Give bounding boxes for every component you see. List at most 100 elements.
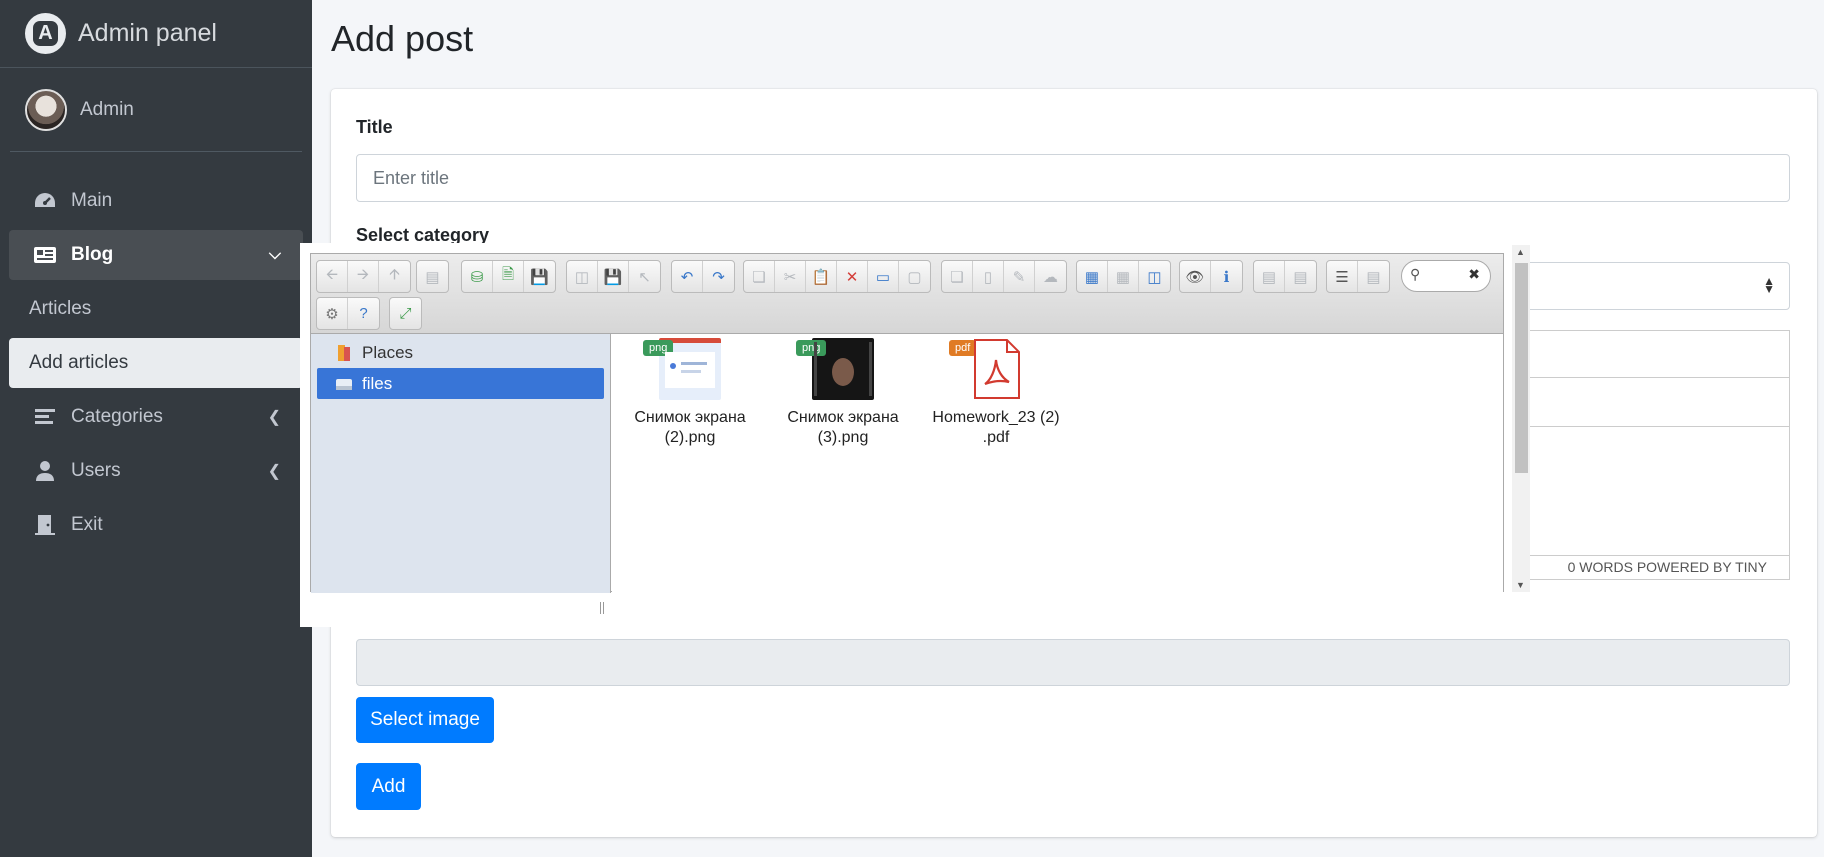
sort-caret-icon: ▲ ▼ [1763,274,1775,296]
scroll-up-icon[interactable]: ▲ [1516,247,1525,257]
info-group: 👁 ℹ [1179,260,1243,293]
select-invert-icon[interactable]: ◫ [1139,261,1170,292]
up-icon[interactable]: 🡩 [379,261,410,292]
sidebar-item-label: Articles [29,298,92,319]
rename-icon[interactable]: ▯ [973,261,1004,292]
preview-eye-icon[interactable]: 👁 [1180,261,1211,292]
sort-icon[interactable]: ▤ [1358,261,1389,292]
tree-item-places[interactable]: Places [317,337,604,368]
sidebar-item-label: Add articles [29,352,129,373]
drive-icon [335,375,353,393]
trash-icon[interactable]: ▭ [868,261,899,292]
undo-icon[interactable]: ↶ [672,261,703,292]
select-none-icon[interactable]: ▦ [1108,261,1139,292]
file-item[interactable]: png Снимок экрана (3).png [768,334,918,448]
fullscreen-group: ⤢ [389,297,422,330]
gear-icon[interactable]: ⚙ [317,298,348,329]
title-placeholder: Enter title [373,167,450,188]
home-icon[interactable]: ▤ [417,261,448,292]
search-icon: ⚲ [1410,266,1421,282]
file-name-line: .pdf [982,429,1010,446]
folder-tree: Places files [311,334,611,614]
create-group: ⛁ 🗎 💾 [461,260,556,293]
delete-icon[interactable]: ✕ [837,261,868,292]
archive-group: ▤ ▤ [1253,260,1317,293]
settings-group: ⚙ ? [316,297,380,330]
tree-item-files[interactable]: files [317,368,604,399]
chevron-down-icon: ⌵ [268,246,281,263]
redo-icon[interactable]: ↷ [703,261,734,292]
newspaper-icon [33,243,57,267]
select-all-icon[interactable]: ▦ [1077,261,1108,292]
file-item[interactable]: png Снимок экрана (2).png [615,334,765,448]
empty-icon[interactable]: ▢ [899,261,930,292]
resize-icon[interactable]: ☁ [1035,261,1066,292]
file-item[interactable]: pdf Homework_23 (2) .pdf [921,334,1071,448]
edit-icon[interactable]: ✎ [1004,261,1035,292]
history-group: ↶ ↷ [671,260,735,293]
title-input[interactable]: Enter title [356,154,1790,202]
sidebar-item-main[interactable]: Main [9,176,303,226]
brand-link[interactable]: A Admin panel [0,0,312,68]
list-view-icon[interactable]: ☰ [1327,261,1358,292]
select-image-button[interactable]: Select image [356,697,494,743]
sidebar: A Admin panel Admin Main Blog ⌵ Articles… [0,0,312,857]
help-icon[interactable]: ? [348,298,379,329]
places-icon [335,344,353,362]
sidebar-item-exit[interactable]: Exit [9,500,303,550]
brand-logo: A [25,13,66,54]
clear-search-icon[interactable]: ✖ [1468,266,1480,283]
scroll-down-icon[interactable]: ▼ [1516,580,1525,590]
sidebar-item-users[interactable]: Users ❮ [9,446,303,496]
pdf-icon: pdf [949,338,1027,400]
sidebar-item-articles[interactable]: Articles [9,284,303,334]
file-search-input[interactable]: ⚲ ✖ [1401,260,1491,292]
save-icon[interactable]: 💾 [524,261,555,292]
fullscreen-icon[interactable]: ⤢ [390,298,421,329]
user-name: Admin [80,98,134,120]
sidebar-item-label: Blog [71,244,114,265]
file-thumbnail: png [643,338,721,400]
user-panel[interactable]: Admin [10,68,302,152]
avatar [25,88,67,131]
image-path-input[interactable] [356,639,1790,686]
extract-icon[interactable]: ▤ [1254,261,1285,292]
user-icon [33,459,57,483]
info-icon[interactable]: ℹ [1211,261,1242,292]
paste-icon[interactable]: 📋 [806,261,837,292]
cut-icon[interactable]: ✂ [775,261,806,292]
tools-group: ❏ ▯ ✎ ☁ [941,260,1067,293]
dialog-scrollbar[interactable]: ▲ ▼ [1512,245,1530,592]
upload-icon[interactable]: ⛁ [462,261,493,292]
editor-status-text: 0 WORDS POWERED BY TINY [1567,559,1767,575]
file-name-line: Снимок экрана [787,409,899,426]
file-name-line: (2).png [664,429,716,446]
archive-icon[interactable]: ▤ [1285,261,1316,292]
sidebar-item-label: Main [71,190,113,211]
forward-icon[interactable]: 🡪 [348,261,379,292]
sidebar-item-categories[interactable]: Categories ❮ [9,392,303,442]
tree-item-label: files [362,373,393,393]
sidebar-item-label: Users [71,460,121,481]
copy-icon[interactable]: ❏ [744,261,775,292]
new-file-icon[interactable]: 🗎 [493,261,524,292]
title-label: Title [356,117,393,137]
nav-group: 🡨 🡪 🡩 [316,260,411,293]
duplicate-icon[interactable]: ❏ [942,261,973,292]
sidebar-item-blog[interactable]: Blog ⌵ [9,230,303,280]
file-name-line: (3).png [817,429,869,446]
pane-splitter[interactable] [600,602,604,614]
sidebar-item-label: Categories [71,406,163,427]
open-icon[interactable]: ◫ [567,261,598,292]
door-icon [33,513,57,537]
sidebar-item-add-articles[interactable]: Add articles [9,338,303,388]
layout-group: ☰ ▤ [1326,260,1390,293]
back-icon[interactable]: 🡨 [317,261,348,292]
tree-item-label: Places [362,342,414,362]
select-icon[interactable]: ↖ [629,261,660,292]
download-icon[interactable]: 💾 [598,261,629,292]
file-manager: 🡨 🡪 🡩 ▤ ⛁ 🗎 💾 ◫ 💾 ↖ ↶ ↷ ❏ ✂ 📋 ✕ ▭ ▢ ❏ ▯ … [310,253,1504,614]
scroll-thumb[interactable] [1515,263,1528,473]
add-button[interactable]: Add [356,763,421,810]
view-group: ▦ ▦ ◫ [1076,260,1171,293]
